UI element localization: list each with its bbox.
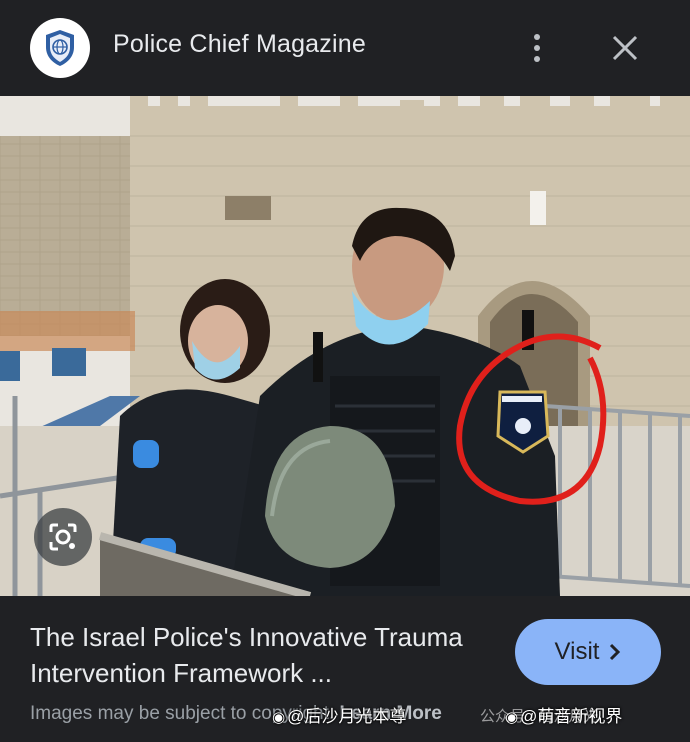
- wechat-watermark: 公众号 · 后沙月光: [480, 705, 598, 726]
- viewer-header: Police Chief Magazine: [0, 0, 690, 96]
- police-officers-photo: [0, 96, 690, 596]
- result-title[interactable]: The Israel Police's Innovative Trauma In…: [30, 619, 500, 691]
- weibo-icon: ◉: [272, 709, 286, 726]
- close-button[interactable]: [604, 27, 646, 69]
- lens-search-button[interactable]: [34, 508, 92, 566]
- site-logo[interactable]: [30, 18, 90, 78]
- visit-button[interactable]: Visit: [515, 619, 661, 685]
- lens-search-icon: [49, 523, 77, 551]
- chevron-right-icon: [610, 643, 621, 661]
- visit-label: Visit: [554, 638, 600, 665]
- close-icon: [612, 35, 638, 61]
- more-vertical-icon: [534, 34, 540, 62]
- shield-globe-logo-icon: [46, 30, 74, 66]
- site-name[interactable]: Police Chief Magazine: [113, 30, 366, 59]
- more-options-button[interactable]: [521, 26, 553, 70]
- watermark-overlay-text: 公众号 · 后沙月光: [480, 708, 599, 725]
- weibo-watermark-left: ◉ @后沙月光本尊: [272, 702, 406, 727]
- result-image[interactable]: [0, 96, 690, 596]
- watermark-left-text: @后沙月光本尊: [287, 707, 407, 726]
